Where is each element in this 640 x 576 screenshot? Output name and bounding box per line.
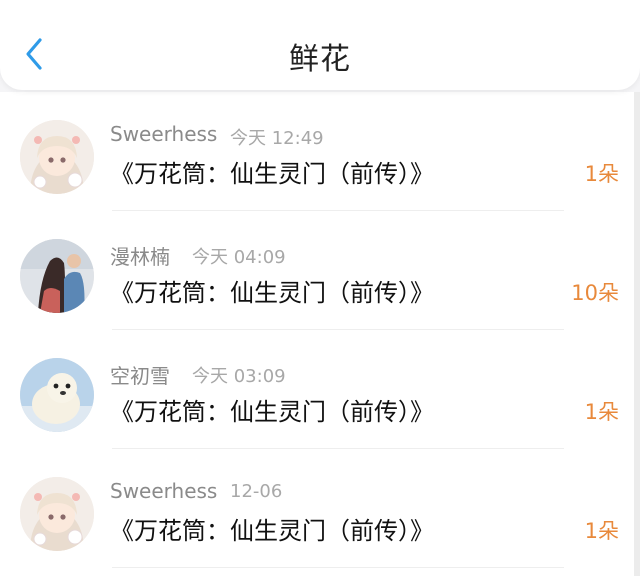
user-name[interactable]: 空初雪 <box>110 360 170 389</box>
anime-girl-avatar-icon <box>20 120 94 194</box>
book-title[interactable]: 《万花筒：仙生灵门（前传）》 <box>110 392 434 427</box>
timestamp: 今天 12:49 <box>230 128 324 149</box>
flower-list: Sweerhess 今天 12:49 《万花筒：仙生灵门（前传）》 1朵 漫林楠… <box>0 92 634 576</box>
seal-avatar-icon <box>20 358 94 432</box>
divider <box>112 567 564 568</box>
user-name[interactable]: Sweerhess <box>110 479 217 503</box>
timestamp: 12-06 <box>230 481 283 502</box>
avatar[interactable] <box>20 477 94 551</box>
timestamp: 今天 03:09 <box>192 366 286 387</box>
flower-count: 1朵 <box>584 400 619 424</box>
user-name[interactable]: 漫林楠 <box>110 241 170 270</box>
top-bar: 鲜花 <box>0 0 640 90</box>
flower-count: 1朵 <box>584 519 619 543</box>
flower-count: 10朵 <box>571 281 619 305</box>
page-title: 鲜花 <box>289 42 351 77</box>
avatar[interactable] <box>20 239 94 313</box>
scrollbar[interactable] <box>634 92 640 576</box>
book-title[interactable]: 《万花筒：仙生灵门（前传）》 <box>110 511 434 546</box>
user-name[interactable]: Sweerhess <box>110 122 217 146</box>
avatar[interactable] <box>20 120 94 194</box>
list-item[interactable]: 漫林楠 今天 04:09 《万花筒：仙生灵门（前传）》 10朵 <box>0 211 634 330</box>
couple-photo-avatar-icon <box>20 239 94 313</box>
list-item[interactable]: Sweerhess 12-06 《万花筒：仙生灵门（前传）》 1朵 <box>0 449 634 568</box>
list-item[interactable]: 空初雪 今天 03:09 《万花筒：仙生灵门（前传）》 1朵 <box>0 330 634 449</box>
book-title[interactable]: 《万花筒：仙生灵门（前传）》 <box>110 273 434 308</box>
avatar[interactable] <box>20 358 94 432</box>
flower-count: 1朵 <box>584 162 619 186</box>
list-item[interactable]: Sweerhess 今天 12:49 《万花筒：仙生灵门（前传）》 1朵 <box>0 92 634 211</box>
book-title[interactable]: 《万花筒：仙生灵门（前传）》 <box>110 154 434 189</box>
anime-girl-avatar-icon <box>20 477 94 551</box>
timestamp: 今天 04:09 <box>192 247 286 268</box>
